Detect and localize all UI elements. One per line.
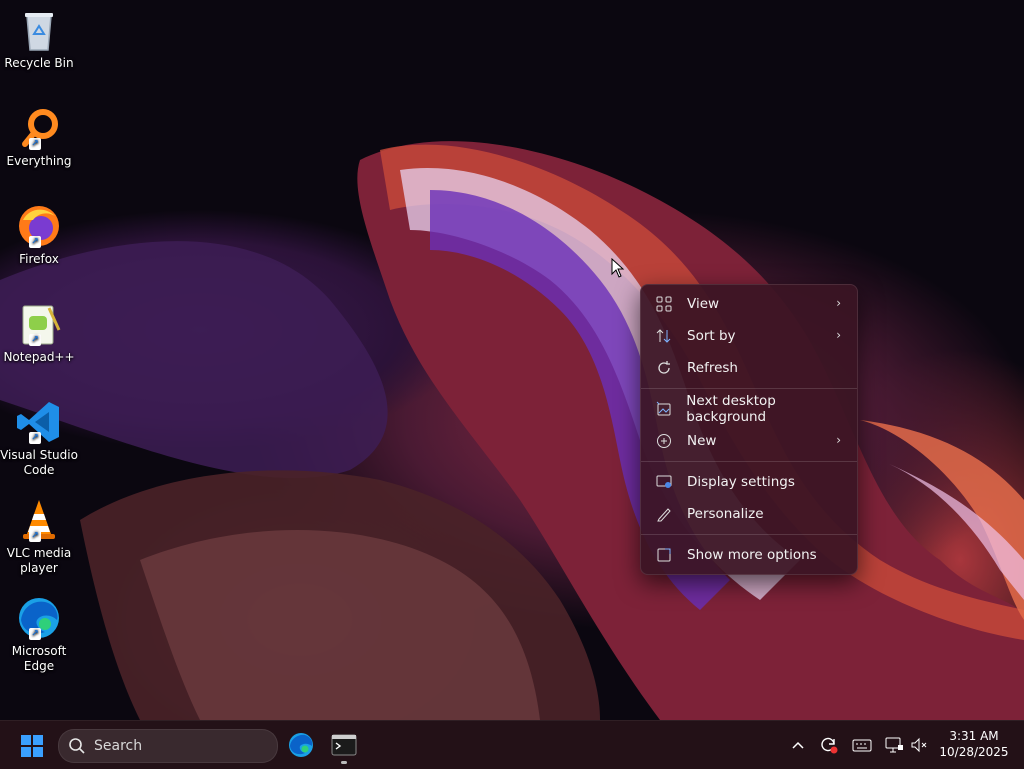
shortcut-arrow-icon: ↗ [29,236,41,248]
display-icon [655,473,673,491]
taskbar-app-edge[interactable] [287,731,315,759]
running-indicator [341,761,347,764]
menu-item-label: View [687,296,720,312]
shortcut-arrow-icon: ↗ [29,432,41,444]
desktop-icon-label: Microsoft Edge [11,644,67,673]
menu-item-view[interactable]: View › [645,289,853,319]
menu-separator [641,388,857,389]
desktop-icon-firefox[interactable]: ↗ Firefox [0,196,78,267]
wallpaper-ribbons [0,141,1024,720]
shortcut-arrow-icon: ↗ [29,530,41,542]
desktop-icon-label: Recycle Bin [4,56,74,70]
desktop-icon-label: Visual Studio Code [0,448,78,477]
taskbar-clock[interactable]: 3:31 AM 10/28/2025 [930,728,1018,760]
desktop-icon-label: VLC media player [6,546,72,575]
edge-icon [289,733,313,757]
keyboard-icon [852,739,872,752]
menu-item-label: Personalize [687,506,764,522]
show-hidden-icons-button[interactable] [788,735,808,755]
refresh-icon [655,359,673,377]
desktop-icon-label: Notepad++ [3,350,75,364]
mouse-cursor-icon [611,257,625,278]
menu-item-show-more-options[interactable]: Show more options [645,540,853,570]
desktop-icon-label: Everything [6,154,72,168]
desktop-context-menu: View › Sort by › Refresh Next desktop ba… [640,284,858,575]
desktop-icon-recycle-bin[interactable]: Recycle Bin [0,0,78,71]
chevron-right-icon: › [836,328,841,342]
menu-separator [641,534,857,535]
desktop-icon-vscode[interactable]: ↗ Visual Studio Code [0,392,78,478]
terminal-icon [331,734,357,756]
chevron-right-icon: › [836,296,841,310]
vlc-cone-icon: ↗ [15,496,63,544]
tray-sync-button[interactable] [818,735,840,755]
tray-network-button[interactable] [882,735,906,755]
tray-keyboard-button[interactable] [850,735,874,755]
menu-item-new[interactable]: New › [645,426,853,456]
chevron-right-icon: › [836,433,841,447]
desktop-icon-edge[interactable]: ↗ Microsoft Edge [0,588,78,674]
firefox-icon: ↗ [15,202,63,250]
desktop-icon-vlc[interactable]: ↗ VLC media player [0,490,78,576]
taskbar-app-terminal[interactable] [330,731,358,764]
menu-item-display-settings[interactable]: Display settings [645,467,853,497]
clock-time: 3:31 AM [949,729,999,743]
edge-icon: ↗ [15,594,63,642]
volume-muted-icon [911,737,927,753]
menu-item-label: Show more options [687,547,817,563]
menu-item-refresh[interactable]: Refresh [645,353,853,383]
menu-item-next-desktop-background[interactable]: Next desktop background [645,393,853,425]
menu-item-label: Display settings [687,474,795,490]
network-monitor-icon [885,737,903,753]
search-label: Search [94,738,143,754]
menu-item-label: Next desktop background [686,393,776,425]
sync-alert-icon [821,737,838,754]
menu-item-sort-by[interactable]: Sort by › [645,321,853,351]
windows-logo-icon [21,735,43,757]
search-icon [69,738,85,754]
shortcut-arrow-icon: ↗ [29,138,41,150]
chevron-up-icon [792,741,804,749]
grid-icon [655,295,673,313]
tray-volume-button[interactable] [908,735,930,755]
menu-separator [641,461,857,462]
recycle-bin-icon [15,6,63,54]
desktop-wallpaper [0,0,1024,720]
clock-date: 10/28/2025 [939,745,1009,759]
next-background-icon [655,400,672,418]
desktop-icon-notepad-plus-plus[interactable]: ↗ Notepad++ [0,294,78,365]
menu-item-label: New [687,433,717,449]
menu-item-label: Sort by [687,328,736,344]
magnifier-icon: ↗ [15,104,63,152]
taskbar: Search 3:31 AM 10/28/2025 [0,720,1024,769]
sort-arrows-icon [655,327,673,345]
taskbar-search-box[interactable]: Search [58,729,278,763]
pencil-icon [655,505,673,523]
notepad-plus-plus-icon: ↗ [15,300,63,348]
vscode-icon: ↗ [15,398,63,446]
menu-item-personalize[interactable]: Personalize [645,499,853,529]
menu-item-label: Refresh [687,360,738,376]
desktop-icon-everything[interactable]: ↗ Everything [0,98,78,169]
shortcut-arrow-icon: ↗ [29,628,41,640]
shortcut-arrow-icon: ↗ [29,334,41,346]
plus-circle-icon [655,432,673,450]
desktop-icon-label: Firefox [19,252,59,266]
start-button[interactable] [20,734,44,758]
more-options-icon [655,546,673,564]
